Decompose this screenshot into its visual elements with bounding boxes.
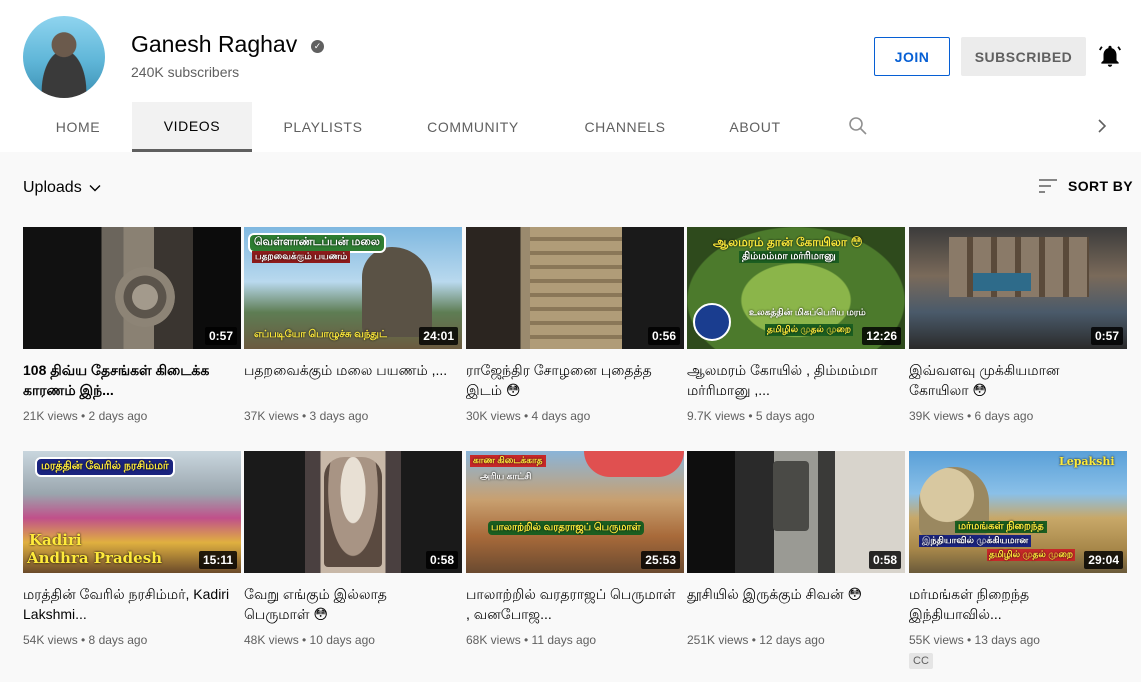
video-meta: 68K views • 11 days ago <box>466 633 597 647</box>
video-duration: 0:57 <box>204 327 237 345</box>
video-meta: 9.7K views • 5 days ago <box>687 409 815 423</box>
video-thumbnail[interactable]: 0:57 <box>23 227 241 349</box>
video-thumbnail[interactable]: காண கிடைக்காத அரிய காட்சி பாலாற்றில் வரத… <box>466 451 684 573</box>
video-meta: 30K views • 4 days ago <box>466 409 591 423</box>
video-title[interactable]: மர்மங்கள் நிறைந்த இந்தியாவில்... <box>909 584 1119 624</box>
thumbnail-overlay-text: இந்தியாவில் முக்கியமான <box>919 535 1032 547</box>
video-thumbnail[interactable]: வெள்ளாண்டப்பன் மலை பதறவைக்கும் பயணம் எப்… <box>244 227 462 349</box>
video-title[interactable]: மரத்தின் வேரில் நரசிம்மர், Kadiri Lakshm… <box>23 584 233 624</box>
video-title[interactable]: ராஜேந்திர சோழனை புதைத்த இடம் 😳 <box>466 360 676 400</box>
video-meta: 251K views • 12 days ago <box>687 633 825 647</box>
sort-by-label: SORT BY <box>1068 178 1134 194</box>
video-thumbnail[interactable]: மரத்தின் வேரில் நரசிம்மர் Kadiri Andhra … <box>23 451 241 573</box>
video-title[interactable]: இவ்வளவு முக்கியமான கோயிலா 😳 <box>909 360 1119 400</box>
thumbnail-rock <box>362 247 432 337</box>
video-duration: 29:04 <box>1084 551 1123 569</box>
thumbnail-overlay-text: மரத்தின் வேரில் நரசிம்மர் <box>35 457 175 477</box>
join-button[interactable]: JOIN <box>874 37 950 76</box>
thumbnail-overlay-text: வெள்ளாண்டப்பன் மலை <box>248 233 386 253</box>
subscriber-count: 240K subscribers <box>131 64 240 80</box>
tab-about[interactable]: ABOUT <box>715 102 795 152</box>
channel-header: Ganesh Raghav ✓ 240K subscribers JOIN SU… <box>0 0 1141 152</box>
video-thumbnail[interactable]: 0:57 <box>909 227 1127 349</box>
video-thumbnail[interactable]: 0:58 <box>687 451 905 573</box>
video-meta: 21K views • 2 days ago <box>23 409 148 423</box>
video-duration: 24:01 <box>419 327 458 345</box>
uploads-dropdown[interactable]: Uploads <box>23 179 102 197</box>
channel-avatar[interactable] <box>23 16 105 98</box>
thumbnail-carving <box>773 461 809 531</box>
subscribed-button[interactable]: SUBSCRIBED <box>961 37 1086 76</box>
uploads-label: Uploads <box>23 179 82 196</box>
channel-tabs: HOME VIDEOS PLAYLISTS COMMUNITY CHANNELS… <box>0 102 1141 152</box>
thumbnail-umbrella <box>584 451 684 477</box>
chevron-right-icon[interactable] <box>1092 116 1112 136</box>
video-duration: 15:11 <box>198 551 237 569</box>
thumbnail-overlay-text: ஆலமரம் தான் கோயிலா 😳 <box>713 235 863 249</box>
thumbnail-overlay-text: Andhra Pradesh <box>27 549 163 567</box>
thumbnail-overlay-text: மர்மங்கள் நிறைந்த <box>955 521 1047 533</box>
video-thumbnail[interactable]: Lepakshi மர்மங்கள் நிறைந்த இந்தியாவில் ம… <box>909 451 1127 573</box>
tab-videos[interactable]: VIDEOS <box>132 102 252 152</box>
thumbnail-overlay-text: அரிய காட்சி <box>480 471 532 481</box>
thumbnail-tower <box>530 227 622 349</box>
video-title[interactable]: ஆலமரம் கோயில் , திம்மம்மா மர்ரிமானு ,... <box>687 360 897 400</box>
search-icon[interactable] <box>846 114 870 138</box>
video-meta: 37K views • 3 days ago <box>244 409 369 423</box>
notification-bell-icon[interactable] <box>1097 42 1123 70</box>
video-duration: 0:58 <box>868 551 901 569</box>
thumbnail-overlay-text: Lepakshi <box>1059 455 1115 468</box>
chevron-down-icon <box>89 185 101 192</box>
video-duration: 25:53 <box>641 551 680 569</box>
thumbnail-deity <box>324 457 382 567</box>
cc-badge: CC <box>909 653 933 669</box>
video-title[interactable]: பதறவைக்கும் மலை பயணம் ,... <box>244 360 454 380</box>
thumbnail-overlay-text: எப்படியோ பொழுச்சு வந்துட் <box>254 329 387 340</box>
video-title[interactable]: தூசியில் இருக்கும் சிவன் 😳 <box>687 584 897 604</box>
tab-playlists[interactable]: PLAYLISTS <box>270 102 376 152</box>
thumbnail-signboard <box>973 273 1031 291</box>
thumbnail-overlay-text: தமிழில் முதல் முறை <box>765 324 854 336</box>
tab-home[interactable]: HOME <box>48 102 108 152</box>
thumbnail-overlay-text: பதறவைக்கும் பயணம் <box>252 251 351 263</box>
video-title[interactable]: பாலாற்றில் வரதராஜப் பெருமாள் , வனபோஜ... <box>466 584 676 624</box>
video-title[interactable]: வேறு எங்கும் இல்லாத பெருமாள் 😳 <box>244 584 454 624</box>
verified-badge-icon: ✓ <box>311 40 324 53</box>
channel-name[interactable]: Ganesh Raghav <box>131 31 297 58</box>
thumbnail-art <box>115 267 175 327</box>
thumbnail-overlay-text: திம்மம்மா மர்ரிமானு <box>739 251 839 263</box>
guinness-badge-icon <box>693 303 731 341</box>
video-duration: 12:26 <box>862 327 901 345</box>
thumbnail-overlay-text: Kadiri <box>29 531 82 549</box>
video-meta: 55K views • 13 days ago <box>909 633 1040 647</box>
video-thumbnail[interactable]: 0:56 <box>466 227 684 349</box>
video-thumbnail[interactable]: ஆலமரம் தான் கோயிலா 😳 திம்மம்மா மர்ரிமானு… <box>687 227 905 349</box>
video-duration: 0:57 <box>1090 327 1123 345</box>
thumbnail-overlay-text: உலகத்தின் மிகப்பெரிய மரம் <box>749 307 866 317</box>
video-duration: 0:56 <box>647 327 680 345</box>
thumbnail-overlay-text: காண கிடைக்காத <box>470 455 546 467</box>
video-meta: 39K views • 6 days ago <box>909 409 1034 423</box>
thumbnail-overlay-text: தமிழில் முதல் முறை <box>987 549 1076 561</box>
video-duration: 0:58 <box>425 551 458 569</box>
video-meta: 48K views • 10 days ago <box>244 633 375 647</box>
sort-icon <box>1039 179 1057 193</box>
sort-by-button[interactable]: SORT BY <box>1036 178 1133 194</box>
tab-channels[interactable]: CHANNELS <box>572 102 678 152</box>
video-meta: 54K views • 8 days ago <box>23 633 148 647</box>
tab-community[interactable]: COMMUNITY <box>414 102 532 152</box>
video-title[interactable]: 108 திவ்ய தேசங்கள் கிடைக்க காரணம் இந்... <box>23 360 233 400</box>
video-thumbnail[interactable]: 0:58 <box>244 451 462 573</box>
thumbnail-overlay-text: பாலாற்றில் வரதராஜப் பெருமாள் <box>488 521 644 535</box>
